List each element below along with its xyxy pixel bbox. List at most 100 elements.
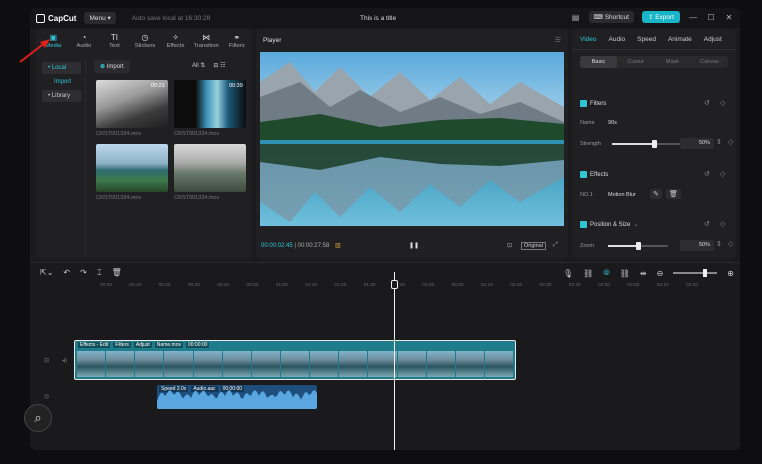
microphone-icon[interactable]: 🎙 xyxy=(563,269,573,278)
reset-icon[interactable]: ↺ xyxy=(704,99,710,107)
import-label: Import xyxy=(106,64,124,70)
video-preview[interactable] xyxy=(260,52,564,226)
track-video-icon[interactable]: ⊟ xyxy=(44,357,49,364)
tab-effects[interactable]: ✧ Effects xyxy=(160,30,191,54)
timeline-zoom-knob[interactable] xyxy=(703,269,708,277)
zoom-fill xyxy=(608,245,638,247)
tab-animate[interactable]: Animate xyxy=(668,36,692,43)
tab-stickers[interactable]: ◷ Stickers xyxy=(130,30,161,54)
link-icon[interactable]: ⛓ xyxy=(583,269,593,278)
subtab-mask[interactable]: Mask xyxy=(654,56,691,68)
view-toggle-icon[interactable]: ⊟ ☷ xyxy=(213,62,225,69)
tab-adjust[interactable]: Adjust xyxy=(704,36,722,43)
export-label: Export xyxy=(655,14,674,21)
redo-icon[interactable]: ↷ xyxy=(80,268,87,278)
original-ratio-button[interactable]: Original xyxy=(521,242,546,250)
close-icon[interactable]: ✕ xyxy=(724,13,734,22)
tab-filters[interactable]: ⚭ Filters xyxy=(221,30,252,54)
zoom-out-icon[interactable]: ⊖ xyxy=(657,269,664,278)
time-ruler[interactable]: 00:00 00:10 00:20 00:30 00:40 00:50 01:00 01:10… xyxy=(74,283,734,293)
strength-knob[interactable] xyxy=(652,140,657,148)
checkbox-icon[interactable] xyxy=(580,221,587,228)
lens-icon[interactable]: ⌕ xyxy=(24,404,52,432)
magnet-icon[interactable]: ⦾ xyxy=(603,268,609,278)
track-audio-icon[interactable]: ◎ xyxy=(44,393,49,400)
playhead-handle[interactable] xyxy=(391,280,398,289)
zoom-slider[interactable] xyxy=(608,242,668,250)
strength-input[interactable]: 50% xyxy=(680,138,714,149)
clip-frame xyxy=(339,351,368,377)
delete-icon[interactable]: 🗑 xyxy=(666,189,681,199)
clip-frame xyxy=(193,351,222,377)
subtab-cutout[interactable]: Cutout xyxy=(617,56,654,68)
minimize-icon[interactable]: — xyxy=(688,13,698,22)
media-thumb-3[interactable] xyxy=(96,144,168,192)
inspector-panel: Video Audio Speed Animate Adjust Basic C… xyxy=(572,30,736,258)
subtab-canvas[interactable]: Canvas xyxy=(691,56,728,68)
undo-icon[interactable]: ↶ xyxy=(63,268,70,278)
effect-name: Motion Blur xyxy=(608,192,636,198)
export-button[interactable]: ⇪ Export xyxy=(641,11,680,23)
fullscreen-crop-icon[interactable]: ⊡ xyxy=(507,242,512,249)
nav-library[interactable]: • Library xyxy=(42,90,81,102)
keyframe-icon[interactable]: ◇ xyxy=(728,240,733,248)
maximize-icon[interactable]: ☐ xyxy=(706,13,716,22)
chevron-down-icon[interactable]: ⌄ xyxy=(633,221,638,228)
delete-clip-icon[interactable]: 🗑 xyxy=(112,268,122,278)
menu-button[interactable]: Menu ▾ xyxy=(84,12,116,24)
clip-frame xyxy=(222,351,251,377)
effects-section-header[interactable]: Effects xyxy=(580,171,608,178)
chain-icon[interactable]: ⛓ xyxy=(620,269,630,278)
clip-tag: 00:00:00 xyxy=(185,342,210,348)
checkbox-icon[interactable] xyxy=(580,100,587,107)
zoom-knob[interactable] xyxy=(636,242,641,250)
player-menu-icon[interactable]: ☰ xyxy=(555,36,561,44)
strength-slider[interactable] xyxy=(612,140,682,148)
tab-transition[interactable]: ⋈ Transition xyxy=(191,30,222,54)
subtab-basic[interactable]: Basic xyxy=(580,56,617,68)
clip-tag: Filters xyxy=(113,342,131,348)
keyframe-icon[interactable]: ◇ xyxy=(720,170,725,178)
edit-icon[interactable]: ✎ xyxy=(650,189,662,199)
checkbox-icon[interactable] xyxy=(580,171,587,178)
filter-all[interactable]: All ⇅ xyxy=(192,62,205,69)
reset-icon[interactable]: ↺ xyxy=(704,220,710,228)
keyframe-icon[interactable]: ◇ xyxy=(720,220,725,228)
ruler-tick: 00:20 xyxy=(158,283,171,288)
timeline-zoom-slider[interactable] xyxy=(673,269,718,277)
playhead-line[interactable] xyxy=(394,272,395,450)
zoom-in-icon[interactable]: ⊕ xyxy=(727,269,734,278)
stepper-icon[interactable]: ⇕ xyxy=(716,138,722,146)
track-audio-toggle-icon[interactable]: ◂) xyxy=(62,357,67,364)
select-tool-icon[interactable]: ⇱⌄ xyxy=(40,268,53,278)
layout-icon[interactable]: ▤ xyxy=(571,13,581,22)
keyframe-icon[interactable]: ◇ xyxy=(728,138,733,146)
reset-icon[interactable]: ↺ xyxy=(704,170,710,178)
filters-section-header[interactable]: Filters xyxy=(580,100,606,107)
split-icon[interactable]: ⌶ xyxy=(97,268,102,278)
tab-label: Text xyxy=(109,43,120,49)
strength-fill xyxy=(612,143,654,145)
effect-number: NO.1 xyxy=(580,192,593,198)
shortcut-button[interactable]: ⌨ Shortcut xyxy=(588,11,634,23)
plus-icon: ⊕ xyxy=(100,64,106,70)
project-title[interactable]: This is a title xyxy=(360,15,396,22)
video-clip[interactable]: Effects - Edit Filters Adjust Name.mov 0… xyxy=(74,340,516,380)
stepper-icon[interactable]: ⇕ xyxy=(716,240,722,248)
tab-audio-settings[interactable]: Audio xyxy=(609,36,626,43)
zoom-input[interactable]: 50% xyxy=(680,240,714,251)
align-icon[interactable]: ⇹ xyxy=(640,269,647,278)
import-button[interactable]: ⊕ Import xyxy=(94,60,130,73)
tab-audio[interactable]: ◔ Audio xyxy=(69,30,100,54)
tab-speed[interactable]: Speed xyxy=(637,36,656,43)
keyframe-icon[interactable]: ◇ xyxy=(720,99,725,107)
expand-icon[interactable]: ⤢ xyxy=(553,242,558,249)
tab-video[interactable]: Video xyxy=(580,36,597,43)
ruler-tick: 00:30 xyxy=(187,283,200,288)
position-size-section-header[interactable]: Position & Size ⌄ xyxy=(580,221,638,228)
tab-text[interactable]: TI Text xyxy=(99,30,130,54)
nav-import[interactable]: Import xyxy=(42,76,81,88)
media-thumb-4[interactable] xyxy=(174,144,246,192)
audio-clip[interactable]: Speed 2.0x Audio.aac 00:00:00 xyxy=(157,385,317,409)
pause-button[interactable]: ❚❚ xyxy=(409,242,419,249)
